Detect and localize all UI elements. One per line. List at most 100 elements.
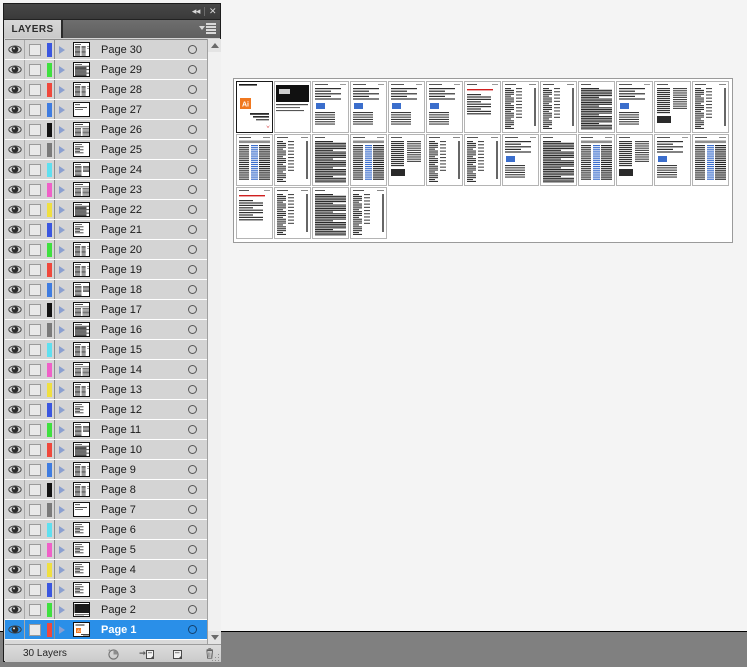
expand-triangle-icon[interactable] bbox=[55, 460, 69, 479]
layer-row[interactable]: Page 3 bbox=[5, 580, 207, 600]
layer-name-label[interactable]: Page 26 bbox=[93, 124, 177, 136]
layer-row[interactable]: Page 25 bbox=[5, 140, 207, 160]
layer-row[interactable]: Page 27 bbox=[5, 100, 207, 120]
target-indicator-icon[interactable] bbox=[177, 240, 207, 259]
lock-toggle[interactable] bbox=[25, 60, 44, 79]
create-new-layer-button[interactable] bbox=[171, 647, 185, 661]
lock-toggle[interactable] bbox=[25, 360, 44, 379]
eye-icon[interactable] bbox=[5, 480, 25, 499]
target-indicator-icon[interactable] bbox=[177, 400, 207, 419]
expand-triangle-icon[interactable] bbox=[55, 320, 69, 339]
expand-triangle-icon[interactable] bbox=[55, 500, 69, 519]
target-indicator-icon[interactable] bbox=[177, 500, 207, 519]
expand-triangle-icon[interactable] bbox=[55, 440, 69, 459]
expand-triangle-icon[interactable] bbox=[55, 260, 69, 279]
expand-triangle-icon[interactable] bbox=[55, 560, 69, 579]
layer-row[interactable]: Page 10 bbox=[5, 440, 207, 460]
expand-triangle-icon[interactable] bbox=[55, 600, 69, 619]
layer-row[interactable]: Page 13 bbox=[5, 380, 207, 400]
lock-toggle[interactable] bbox=[25, 340, 44, 359]
lock-toggle[interactable] bbox=[25, 520, 44, 539]
target-indicator-icon[interactable] bbox=[177, 580, 207, 599]
target-indicator-icon[interactable] bbox=[177, 160, 207, 179]
layer-row[interactable]: Page 15 bbox=[5, 340, 207, 360]
target-indicator-icon[interactable] bbox=[177, 520, 207, 539]
target-indicator-icon[interactable] bbox=[177, 600, 207, 619]
document-page-thumbnail[interactable] bbox=[312, 81, 349, 133]
expand-triangle-icon[interactable] bbox=[55, 360, 69, 379]
eye-icon[interactable] bbox=[5, 440, 25, 459]
layer-row[interactable]: Page 5 bbox=[5, 540, 207, 560]
layers-panel[interactable]: ◂◂ ✕ LAYERS Page 30 Page 29 Page 28 Page 27… bbox=[3, 3, 221, 662]
target-indicator-icon[interactable] bbox=[177, 360, 207, 379]
document-page-thumbnail[interactable] bbox=[312, 134, 349, 186]
layer-name-label[interactable]: Page 14 bbox=[93, 364, 177, 376]
layer-row[interactable]: Ai Page 1 bbox=[5, 620, 207, 640]
document-page-thumbnail[interactable] bbox=[692, 134, 729, 186]
lock-toggle[interactable] bbox=[25, 260, 44, 279]
eye-icon[interactable] bbox=[5, 200, 25, 219]
target-indicator-icon[interactable] bbox=[177, 320, 207, 339]
layer-name-label[interactable]: Page 24 bbox=[93, 164, 177, 176]
eye-icon[interactable] bbox=[5, 40, 25, 59]
target-indicator-icon[interactable] bbox=[177, 560, 207, 579]
lock-toggle[interactable] bbox=[25, 440, 44, 459]
lock-toggle[interactable] bbox=[25, 240, 44, 259]
layer-name-label[interactable]: Page 19 bbox=[93, 264, 177, 276]
document-page-thumbnail[interactable] bbox=[312, 187, 349, 239]
eye-icon[interactable] bbox=[5, 140, 25, 159]
layer-row[interactable]: Page 6 bbox=[5, 520, 207, 540]
layer-row[interactable]: Page 28 bbox=[5, 80, 207, 100]
eye-icon[interactable] bbox=[5, 360, 25, 379]
lock-toggle[interactable] bbox=[25, 200, 44, 219]
document-page-thumbnail[interactable] bbox=[616, 134, 653, 186]
layer-row[interactable]: Page 9 bbox=[5, 460, 207, 480]
eye-icon[interactable] bbox=[5, 420, 25, 439]
document-page-thumbnail[interactable] bbox=[540, 134, 577, 186]
layer-name-label[interactable]: Page 1 bbox=[93, 624, 177, 636]
document-page-thumbnail[interactable] bbox=[692, 81, 729, 133]
layer-row[interactable]: Page 21 bbox=[5, 220, 207, 240]
eye-icon[interactable] bbox=[5, 540, 25, 559]
eye-icon[interactable] bbox=[5, 520, 25, 539]
lock-toggle[interactable] bbox=[25, 120, 44, 139]
expand-triangle-icon[interactable] bbox=[55, 200, 69, 219]
document-page-thumbnail[interactable] bbox=[502, 81, 539, 133]
document-page-thumbnail[interactable] bbox=[426, 134, 463, 186]
lock-toggle[interactable] bbox=[25, 280, 44, 299]
layer-row[interactable]: Page 22 bbox=[5, 200, 207, 220]
layer-name-label[interactable]: Page 3 bbox=[93, 584, 177, 596]
lock-toggle[interactable] bbox=[25, 420, 44, 439]
document-page-thumbnail[interactable]: Ai bbox=[236, 81, 273, 133]
target-indicator-icon[interactable] bbox=[177, 340, 207, 359]
layer-row[interactable]: Page 18 bbox=[5, 280, 207, 300]
document-page-thumbnail[interactable] bbox=[616, 81, 653, 133]
close-icon[interactable]: ✕ bbox=[209, 5, 217, 17]
scroll-down-arrow[interactable] bbox=[208, 631, 221, 644]
expand-triangle-icon[interactable] bbox=[55, 80, 69, 99]
document-page-thumbnail[interactable] bbox=[388, 134, 425, 186]
eye-icon[interactable] bbox=[5, 260, 25, 279]
eye-icon[interactable] bbox=[5, 220, 25, 239]
expand-triangle-icon[interactable] bbox=[55, 240, 69, 259]
layer-name-label[interactable]: Page 12 bbox=[93, 404, 177, 416]
expand-triangle-icon[interactable] bbox=[55, 140, 69, 159]
eye-icon[interactable] bbox=[5, 100, 25, 119]
document-page-thumbnail[interactable] bbox=[236, 187, 273, 239]
layer-row[interactable]: Page 11 bbox=[5, 420, 207, 440]
layer-name-label[interactable]: Page 8 bbox=[93, 484, 177, 496]
lock-toggle[interactable] bbox=[25, 180, 44, 199]
layer-name-label[interactable]: Page 30 bbox=[93, 44, 177, 56]
layer-name-label[interactable]: Page 4 bbox=[93, 564, 177, 576]
lock-toggle[interactable] bbox=[25, 400, 44, 419]
eye-icon[interactable] bbox=[5, 120, 25, 139]
lock-toggle[interactable] bbox=[25, 380, 44, 399]
lock-toggle[interactable] bbox=[25, 500, 44, 519]
target-indicator-icon[interactable] bbox=[177, 440, 207, 459]
eye-icon[interactable] bbox=[5, 600, 25, 619]
document-page-thumbnail[interactable] bbox=[540, 81, 577, 133]
expand-triangle-icon[interactable] bbox=[55, 220, 69, 239]
lock-toggle[interactable] bbox=[25, 140, 44, 159]
expand-triangle-icon[interactable] bbox=[55, 540, 69, 559]
layer-name-label[interactable]: Page 27 bbox=[93, 104, 177, 116]
